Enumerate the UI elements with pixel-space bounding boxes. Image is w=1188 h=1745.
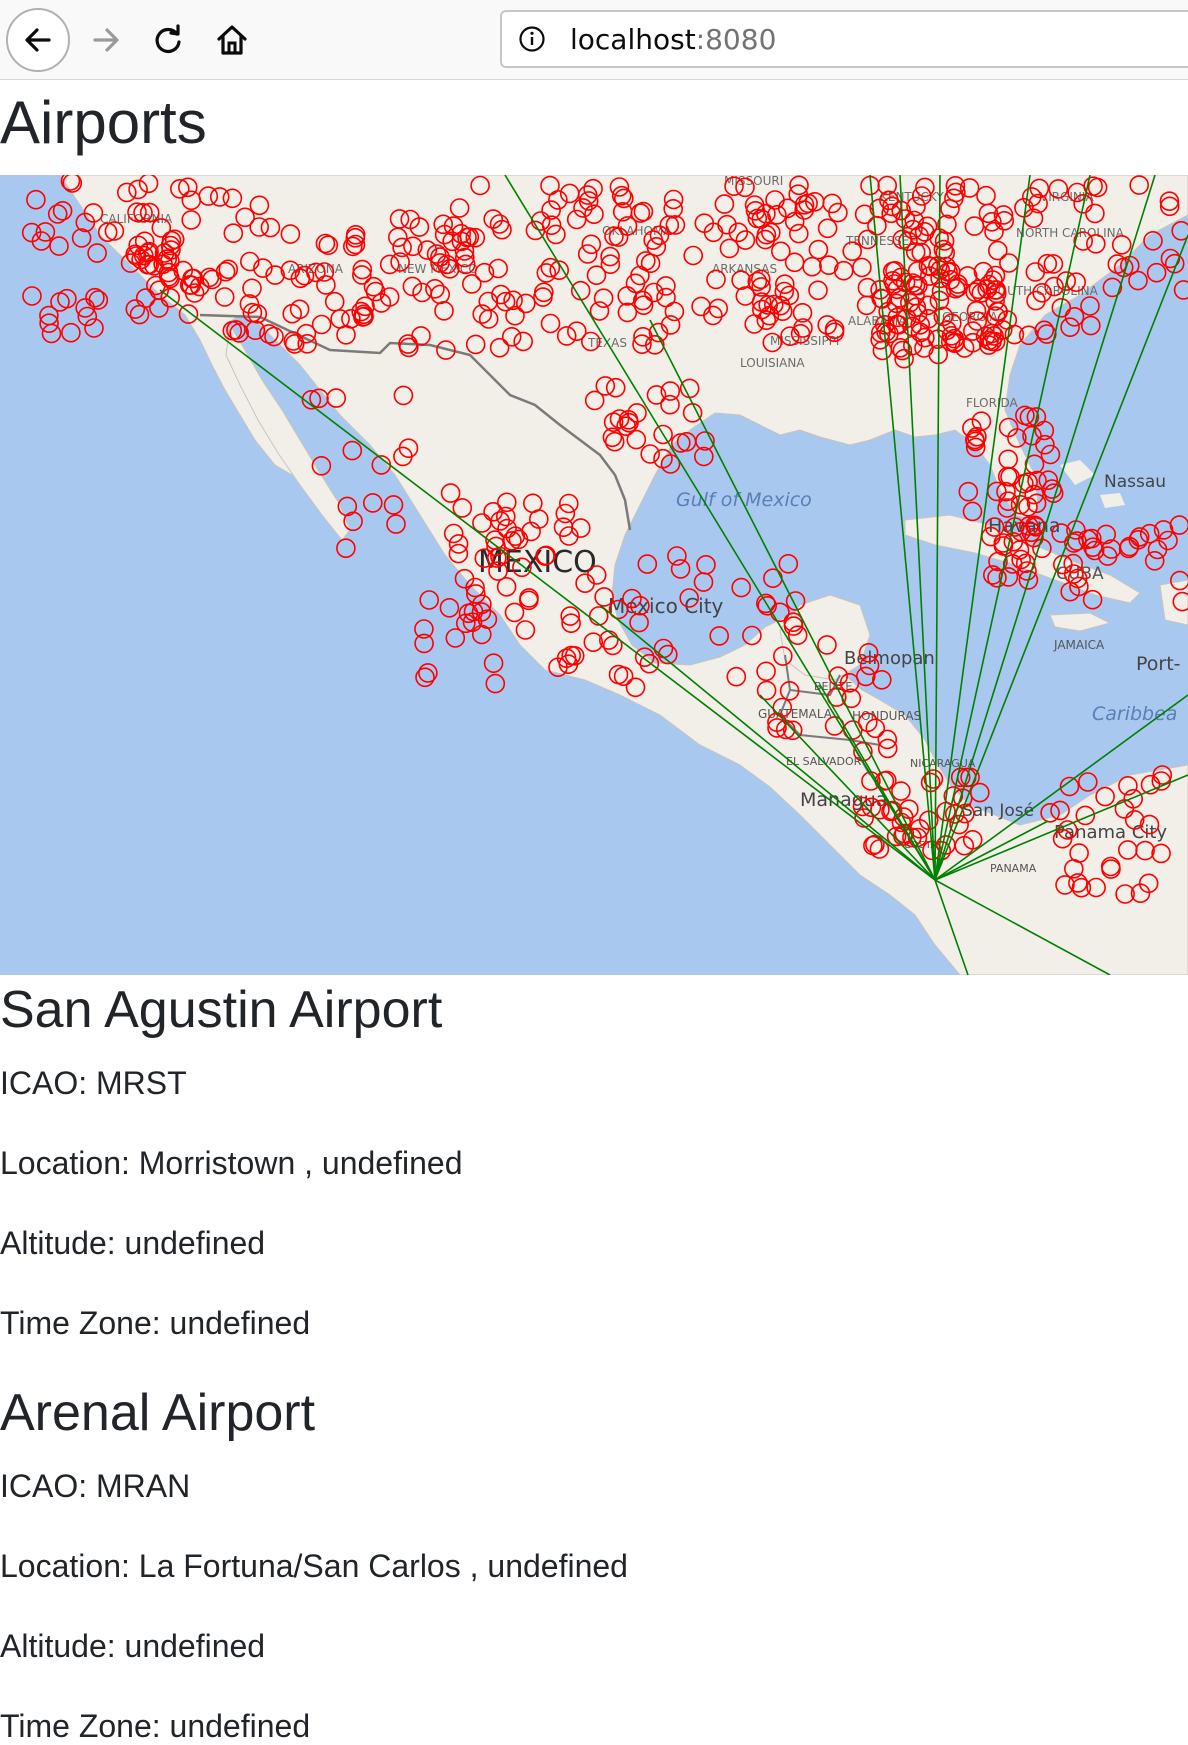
label-jamaica: JAMAICA — [1053, 638, 1105, 652]
reload-icon — [155, 24, 181, 54]
airport-name: Arenal Airport — [0, 1384, 316, 1442]
home-button[interactable] — [200, 8, 264, 72]
airport-icao: ICAO: MRAN — [0, 1468, 191, 1504]
reload-button[interactable] — [136, 8, 200, 72]
back-button[interactable] — [6, 8, 70, 72]
airport-timezone: Time Zone: undefined — [0, 1708, 311, 1744]
airport-timezone: Time Zone: undefined — [0, 1305, 311, 1341]
url-bar[interactable]: localhost:8080 — [500, 10, 1188, 68]
airport-altitude: Altitude: undefined — [0, 1628, 266, 1664]
map-canvas[interactable]: MISSOURI KENTUCKY VIRGINIA CALIFORNIA OK… — [0, 175, 1188, 975]
label-north-carolina: NORTH CAROLINA — [1016, 226, 1125, 240]
label-gulf-of-mexico: Gulf of Mexico — [676, 489, 812, 511]
label-nassau: Nassau — [1104, 472, 1166, 492]
home-icon — [217, 25, 247, 55]
airport-location: Location: La Fortuna/San Carlos , undefi… — [0, 1548, 628, 1584]
url-port: :8080 — [695, 23, 777, 56]
arrow-right-icon — [93, 28, 119, 52]
airport-name: San Agustin Airport — [0, 981, 443, 1039]
arrow-left-icon — [25, 28, 51, 52]
label-florida: FLORIDA — [966, 396, 1019, 410]
label-belmopan: Belmopan — [844, 648, 935, 669]
label-caribbean: Caribbea — [1092, 703, 1177, 725]
label-louisiana: LOUISIANA — [740, 356, 805, 370]
airport-icao: ICAO: MRST — [0, 1065, 187, 1101]
airport-location: Location: Morristown , undefined — [0, 1145, 463, 1181]
label-managua: Managua — [800, 789, 887, 811]
url-host: localhost — [570, 23, 696, 56]
label-port: Port- — [1136, 653, 1181, 675]
browser-toolbar: localhost:8080 — [0, 0, 1188, 80]
url-text: localhost:8080 — [570, 24, 776, 56]
page-title: Airports — [0, 89, 207, 156]
label-panama: PANAMA — [990, 862, 1037, 875]
airport-altitude: Altitude: undefined — [0, 1225, 266, 1261]
airport-map[interactable]: MISSOURI KENTUCKY VIRGINIA CALIFORNIA OK… — [0, 175, 1188, 975]
info-icon[interactable] — [518, 25, 546, 53]
forward-button[interactable] — [74, 8, 138, 72]
